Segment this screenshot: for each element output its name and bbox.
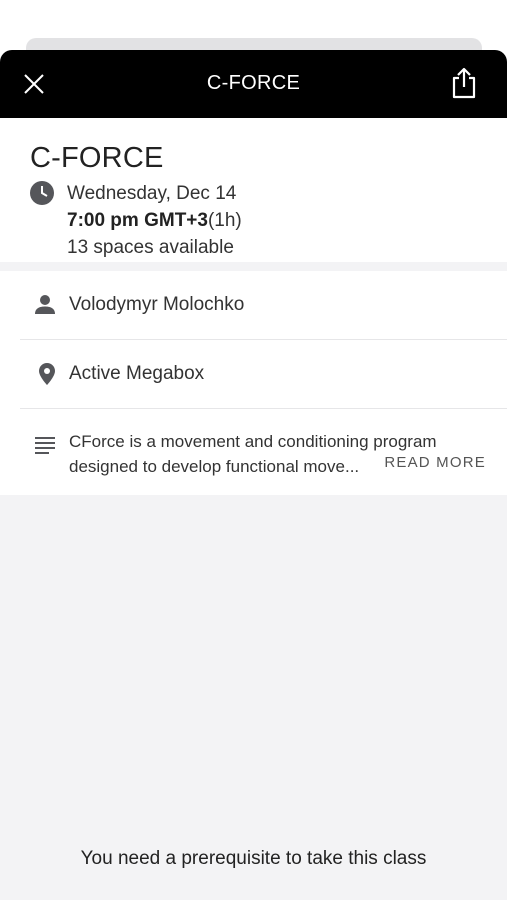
class-info: C-FORCE Wednesday, Dec 14 7:00 pm GMT+3(… — [0, 118, 507, 262]
person-icon — [35, 295, 55, 314]
class-detail-sheet: C-FORCE C-FORCE Wednesday, Dec 14 7:00 p… — [0, 50, 507, 900]
header-bar: C-FORCE — [0, 50, 507, 118]
details-list: Volodymyr Molochko Active Megabox CForce… — [0, 271, 507, 495]
header-title: C-FORCE — [206, 72, 301, 94]
instructor-row[interactable]: Volodymyr Molochko — [20, 271, 507, 340]
read-more-link[interactable]: READ MORE — [384, 454, 486, 471]
location-row[interactable]: Active Megabox — [20, 340, 507, 409]
location-name: Active Megabox — [69, 363, 205, 384]
class-date: Wednesday, Dec 14 — [67, 183, 237, 204]
description-line-1: CForce is a movement and conditioning pr… — [69, 432, 437, 451]
class-start-time: 7:00 pm GMT+3 — [67, 210, 208, 231]
spaces-available: 13 spaces available — [67, 237, 234, 258]
class-duration: (1h) — [207, 210, 242, 231]
share-icon[interactable] — [449, 66, 479, 100]
class-time: 7:00 pm GMT+3(1h) — [67, 207, 507, 234]
schedule-block: Wednesday, Dec 14 7:00 pm GMT+3(1h) 13 s… — [30, 180, 507, 261]
clock-icon — [30, 181, 54, 205]
screen: C-FORCE C-FORCE Wednesday, Dec 14 7:00 p… — [0, 0, 507, 900]
prerequisite-message: You need a prerequisite to take this cla… — [80, 848, 427, 869]
description-row: CForce is a movement and conditioning pr… — [20, 409, 507, 495]
notes-icon — [35, 437, 55, 454]
class-title: C-FORCE — [30, 142, 164, 174]
location-pin-icon — [39, 363, 55, 385]
instructor-name: Volodymyr Molochko — [69, 294, 245, 315]
section-divider — [0, 262, 507, 271]
